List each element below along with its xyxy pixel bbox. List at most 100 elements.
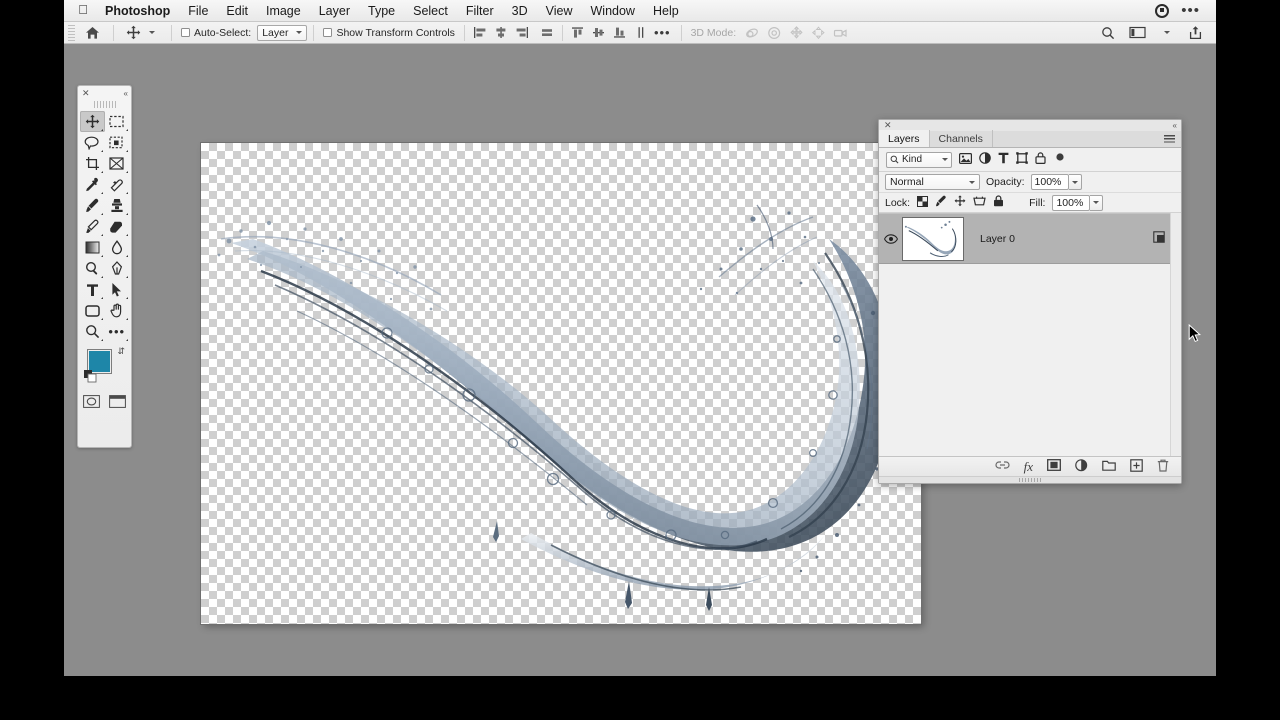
menu-item-file[interactable]: File (179, 3, 217, 19)
apple-logo-icon[interactable]:  (70, 3, 96, 18)
orbit-3d-icon[interactable] (743, 24, 762, 42)
delete-layer-icon[interactable] (1157, 459, 1169, 475)
menu-item-photoshop[interactable]: Photoshop (96, 3, 179, 19)
menu-item-image[interactable]: Image (257, 3, 310, 19)
lock-all-icon[interactable] (993, 195, 1004, 210)
layer-name-label[interactable]: Layer 0 (964, 233, 1153, 245)
quick-selection-tool[interactable] (105, 132, 130, 153)
hand-tool[interactable] (105, 300, 130, 321)
roll-3d-icon[interactable] (765, 24, 784, 42)
menu-item-type[interactable]: Type (359, 3, 404, 19)
screen-mode-icon[interactable] (109, 395, 127, 413)
align-vertical-centers-icon[interactable] (590, 24, 608, 42)
auto-select-checkbox[interactable] (181, 27, 190, 37)
fill-stepper[interactable] (1090, 194, 1104, 211)
show-transform-checkbox[interactable] (323, 27, 333, 37)
close-icon[interactable]: ✕ (82, 89, 90, 98)
menu-item-help[interactable]: Help (644, 3, 688, 19)
opacity-stepper[interactable] (1068, 174, 1082, 190)
eraser-tool[interactable] (105, 216, 130, 237)
zoom-3d-camera-icon[interactable] (831, 24, 851, 42)
pan-3d-icon[interactable] (787, 24, 806, 42)
move-tool-icon[interactable] (124, 24, 143, 42)
share-icon[interactable] (1186, 24, 1204, 42)
tab-layers[interactable]: Layers (879, 130, 930, 147)
new-layer-icon[interactable] (1130, 458, 1143, 475)
blur-tool[interactable] (105, 237, 130, 258)
lock-image-pixels-icon[interactable] (935, 195, 947, 210)
dodge-tool[interactable] (80, 258, 105, 279)
rectangle-tool[interactable] (80, 300, 105, 321)
close-icon[interactable]: ✕ (884, 121, 892, 130)
layers-list[interactable]: Layer 0 (879, 213, 1181, 456)
rectangular-marquee-tool[interactable] (105, 111, 130, 132)
layers-scrollbar[interactable] (1170, 213, 1181, 456)
layer-styles-fx-icon[interactable]: fx (1024, 459, 1033, 475)
swap-colors-icon[interactable]: ⇵ (117, 346, 125, 357)
filter-toggle-icon[interactable] (1054, 152, 1066, 167)
eyedropper-tool[interactable] (80, 174, 105, 195)
gradient-tool[interactable] (80, 237, 105, 258)
move-tool[interactable] (80, 111, 105, 132)
menu-item-3d[interactable]: 3D (503, 3, 537, 19)
fill-input[interactable]: 100% (1052, 194, 1091, 211)
new-group-icon[interactable] (1102, 459, 1116, 474)
path-selection-tool[interactable] (105, 279, 130, 300)
menu-item-layer[interactable]: Layer (310, 3, 359, 19)
link-layers-icon[interactable] (995, 460, 1010, 473)
menu-item-window[interactable]: Window (582, 3, 644, 19)
align-top-edges-icon[interactable] (538, 24, 556, 42)
menu-item-filter[interactable]: Filter (457, 3, 503, 19)
quick-mask-icon[interactable] (82, 395, 100, 413)
brush-tool[interactable] (80, 195, 105, 216)
lock-artboard-nesting-icon[interactable] (973, 196, 986, 210)
align-horizontal-centers-icon[interactable] (492, 24, 510, 42)
lock-position-icon[interactable] (954, 195, 966, 210)
options-bar-grip[interactable] (68, 24, 75, 41)
clone-stamp-tool[interactable] (105, 195, 130, 216)
filter-pixel-layers-icon[interactable] (959, 152, 973, 167)
table-row[interactable]: Layer 0 (879, 213, 1181, 264)
menu-item-select[interactable]: Select (404, 3, 457, 19)
distribute-vertical-icon[interactable] (632, 24, 650, 42)
history-brush-tool[interactable] (80, 216, 105, 237)
options-more-icon[interactable]: ••• (650, 26, 675, 39)
default-colors-icon[interactable] (84, 370, 97, 388)
panel-menu-icon[interactable] (1164, 135, 1175, 144)
blend-mode-dropdown[interactable]: Normal (885, 174, 980, 190)
align-left-edges-icon[interactable] (471, 24, 489, 42)
menu-item-edit[interactable]: Edit (217, 3, 257, 19)
layer-visibility-toggle[interactable] (879, 233, 902, 244)
lasso-tool[interactable] (80, 132, 105, 153)
spot-healing-brush-tool[interactable] (105, 174, 130, 195)
show-transform-controls-option[interactable]: Show Transform Controls (323, 27, 455, 39)
new-adjustment-layer-icon[interactable] (1075, 458, 1088, 475)
workspace-chevron-icon[interactable] (1158, 24, 1176, 42)
auto-select-option[interactable]: Auto-Select: (181, 27, 251, 39)
search-icon[interactable] (1099, 24, 1117, 42)
align-right-edges-icon[interactable] (513, 24, 531, 42)
home-icon[interactable] (83, 24, 102, 42)
horizontal-type-tool[interactable] (80, 279, 105, 300)
crop-tool[interactable] (80, 153, 105, 174)
align-top-icon[interactable] (569, 24, 587, 42)
align-bottom-icon[interactable] (611, 24, 629, 42)
filter-kind-dropdown[interactable]: Kind (886, 151, 952, 168)
opacity-input[interactable]: 100% (1030, 174, 1069, 190)
tool-preset-chevron-icon[interactable] (143, 24, 161, 42)
pen-tool[interactable] (105, 258, 130, 279)
filter-adjustment-layers-icon[interactable] (979, 152, 991, 167)
record-stop-icon[interactable] (1155, 3, 1170, 18)
add-layer-mask-icon[interactable] (1047, 459, 1061, 474)
menu-item-view[interactable]: View (537, 3, 582, 19)
slide-3d-icon[interactable] (809, 24, 828, 42)
filter-type-layers-icon[interactable] (998, 152, 1009, 167)
edit-toolbar-tool[interactable]: ••• (105, 321, 130, 342)
frame-tool[interactable] (105, 153, 130, 174)
auto-select-dropdown[interactable]: Layer (257, 24, 308, 41)
water-splash-thumbnail[interactable] (902, 216, 964, 261)
menubar-more-icon[interactable]: ••• (1181, 3, 1200, 18)
workspace-switcher-icon[interactable] (1127, 24, 1148, 42)
filter-smart-object-layers-icon[interactable] (1035, 152, 1046, 167)
collapse-panel-icon[interactable]: « (1173, 121, 1178, 130)
